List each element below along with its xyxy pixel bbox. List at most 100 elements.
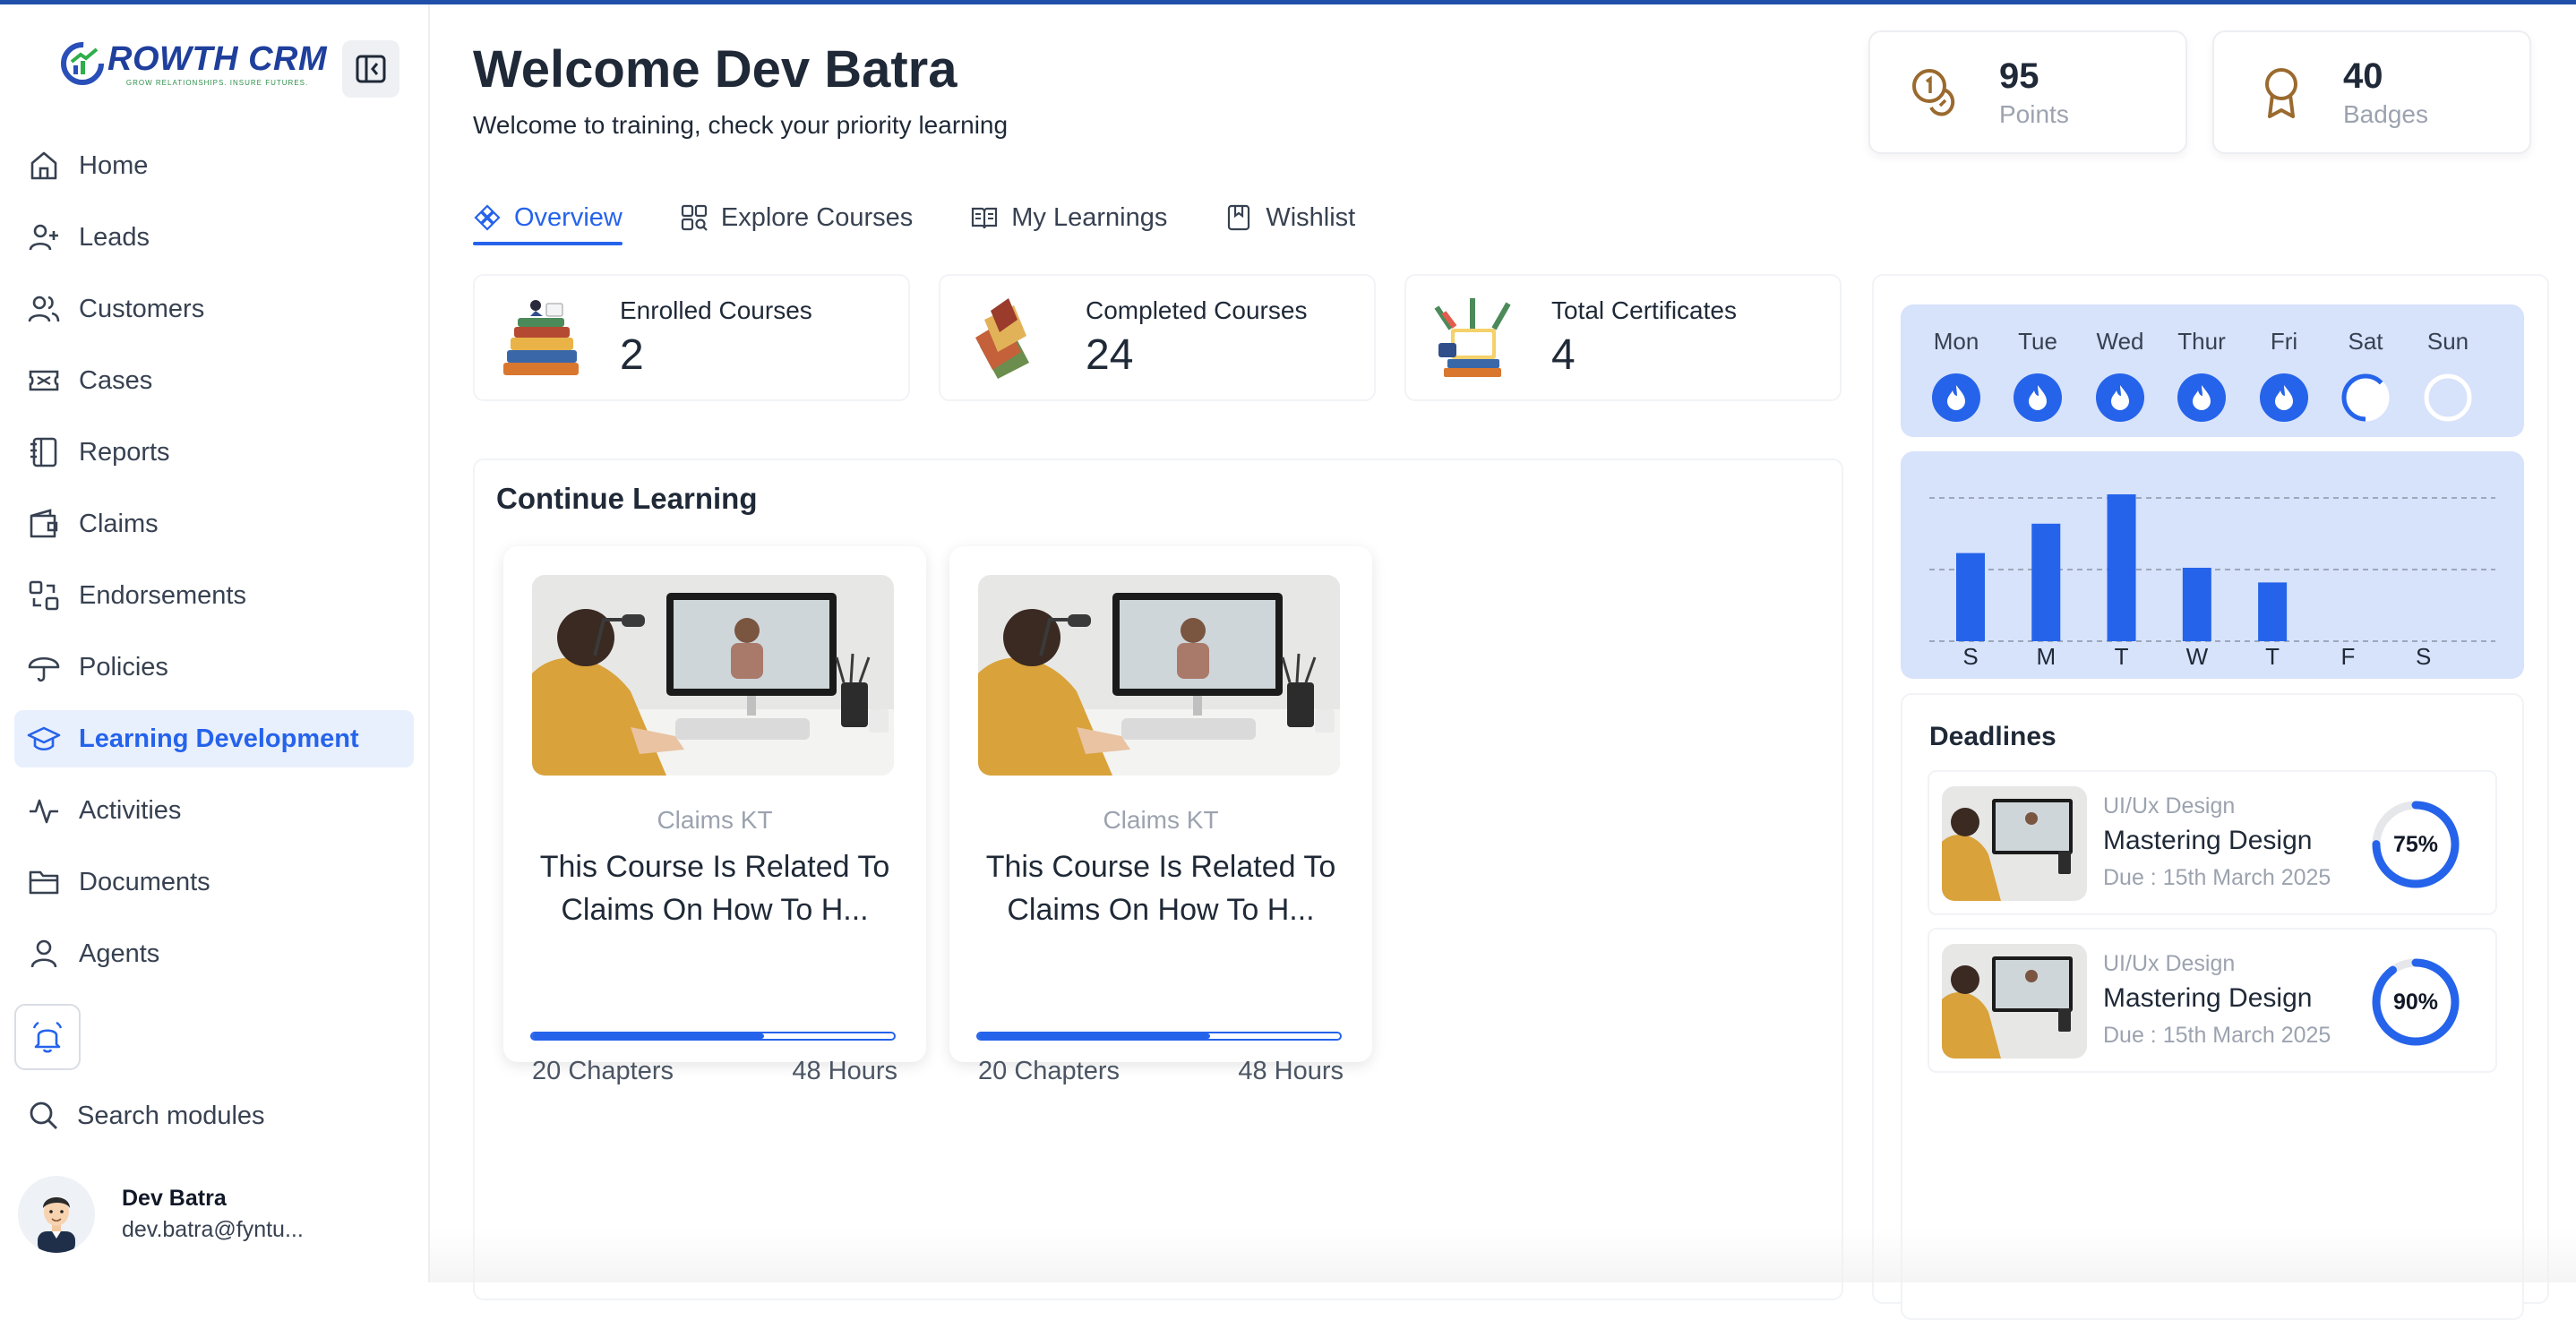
course-card[interactable]: Claims KT This Course Is Related To Clai… [949,546,1372,1062]
course-chapters: 20 Chapters [532,1057,674,1086]
page-subtitle: Welcome to training, check your priority… [473,111,1008,140]
weekly-streak: Mon Tue Wed Thur Fri Sat Sun [1901,304,2524,437]
course-card[interactable]: Claims KT This Course Is Related To Clai… [503,546,926,1062]
sidebar-item-endorsements[interactable]: Endorsements [14,567,414,624]
overview-icon [473,203,502,232]
deadline-category: UI/Ux Design [2103,793,2235,819]
deadline-item[interactable]: UI/Ux Design Mastering Design Due : 15th… [1928,928,2497,1073]
certificates-illustration-icon [1428,293,1517,382]
deadline-thumbnail [1942,944,2087,1059]
tab-bar: Overview Explore Courses My Learnings Wi… [473,190,1413,245]
sidebar-item-label: Activities [79,796,181,826]
tab-overview[interactable]: Overview [473,190,623,245]
tab-label: Overview [514,203,623,233]
sidebar-item-policies[interactable]: Policies [14,639,414,696]
sidebar-item-label: Claims [79,510,159,539]
collapse-sidebar-button[interactable] [342,40,399,98]
search-icon [27,1099,61,1133]
course-title: This Course Is Related To Claims On How … [967,845,1354,931]
flame-icon [2095,373,2145,423]
sidebar-item-customers[interactable]: Customers [14,280,414,338]
course-title: This Course Is Related To Claims On How … [521,845,908,931]
search-modules-button[interactable]: Search modules [27,1099,265,1133]
transfer-icon [27,579,61,613]
sidebar-item-cases[interactable]: Cases [14,352,414,409]
empty-progress-ring-icon [2423,373,2473,423]
chart-x-tick-label: T [2265,643,2280,670]
course-category: Claims KT [503,806,926,835]
chart-bar [2183,568,2211,641]
logo-tagline: GROW RELATIONSHIPS. INSURE FUTURES. [107,79,327,87]
section-title: Deadlines [1929,722,2057,752]
deadline-category: UI/Ux Design [2103,951,2235,977]
sidebar-item-home[interactable]: Home [14,137,414,194]
completed-courses-card: Completed Courses 24 [939,274,1376,401]
wallet-icon [27,507,61,541]
tab-my-learnings[interactable]: My Learnings [970,190,1167,245]
partial-progress-ring-icon [2340,373,2391,423]
sidebar-collapse-icon [353,51,389,87]
sidebar-item-label: Leads [79,223,150,253]
badges-value: 40 [2343,56,2428,97]
sidebar: ROWTH CRM GROW RELATIONSHIPS. INSURE FUT… [0,4,430,1282]
explore-icon [680,203,708,232]
sidebar-item-reports[interactable]: Reports [14,424,414,481]
sidebar-item-agents[interactable]: Agents [14,925,414,982]
app-logo[interactable]: ROWTH CRM GROW RELATIONSHIPS. INSURE FUT… [59,40,327,87]
streak-day-label: Wed [2084,328,2156,356]
course-progress-fill [532,1033,764,1039]
sidebar-item-documents[interactable]: Documents [14,853,414,911]
summary-label: Enrolled Courses [620,296,812,325]
sidebar-item-label: Documents [79,868,210,897]
chart-x-tick-label: S [1962,643,1978,670]
user-name: Dev Batra [122,1186,304,1212]
graduation-cap-icon [27,722,61,756]
sidebar-item-leads[interactable]: Leads [14,209,414,266]
sidebar-item-claims[interactable]: Claims [14,495,414,553]
points-value: 95 [1999,56,2069,97]
open-book-icon [970,203,999,232]
tab-label: My Learnings [1011,203,1167,233]
chart-bar [2031,524,2060,641]
growth-logo-icon [59,40,106,87]
flame-icon [1931,373,1981,423]
streak-day-label: Tue [2002,328,2074,356]
deadline-due-date: Due : 15th March 2025 [2103,1023,2331,1049]
summary-value: 2 [620,330,812,380]
folder-icon [27,865,61,899]
summary-label: Completed Courses [1086,296,1307,325]
course-category: Claims KT [949,806,1372,835]
home-icon [27,149,61,183]
sidebar-item-label: Endorsements [79,581,246,611]
tab-explore-courses[interactable]: Explore Courses [680,190,913,245]
search-modules-label: Search modules [77,1101,265,1131]
user-profile[interactable]: Dev Batra dev.batra@fyntu... [18,1176,304,1253]
sidebar-nav: Home Leads Customers Cases Reports Claim… [14,137,414,997]
summary-value: 24 [1086,330,1307,380]
deadline-item[interactable]: UI/Ux Design Mastering Design Due : 15th… [1928,770,2497,915]
flame-icon [2013,373,2063,423]
chart-bar [1956,553,1985,641]
chart-bar [2108,494,2136,641]
notifications-button[interactable] [14,1004,81,1070]
bell-icon [30,1019,65,1055]
umbrella-icon [27,650,61,684]
course-progress-bar [976,1032,1342,1041]
tab-wishlist[interactable]: Wishlist [1224,190,1355,245]
bar-chart: SMTWTFS [1901,451,2524,679]
deadline-thumbnail [1942,786,2087,901]
course-thumbnail [532,575,894,776]
streak-day-label: Thur [2166,328,2237,356]
user-plus-icon [27,220,61,254]
tab-label: Wishlist [1266,203,1355,233]
sidebar-item-label: Agents [79,939,159,969]
sidebar-item-learning-development[interactable]: Learning Development [14,710,414,767]
progress-percent: 75% [2370,799,2461,890]
user-icon [27,937,61,971]
course-hours: 48 Hours [792,1057,897,1086]
continue-learning-panel: Continue Learning Claims [473,459,1843,1300]
course-progress-fill [978,1033,1210,1039]
enrolled-courses-card: Enrolled Courses 2 [473,274,910,401]
sidebar-item-activities[interactable]: Activities [14,782,414,839]
chart-x-tick-label: W [2186,643,2209,670]
